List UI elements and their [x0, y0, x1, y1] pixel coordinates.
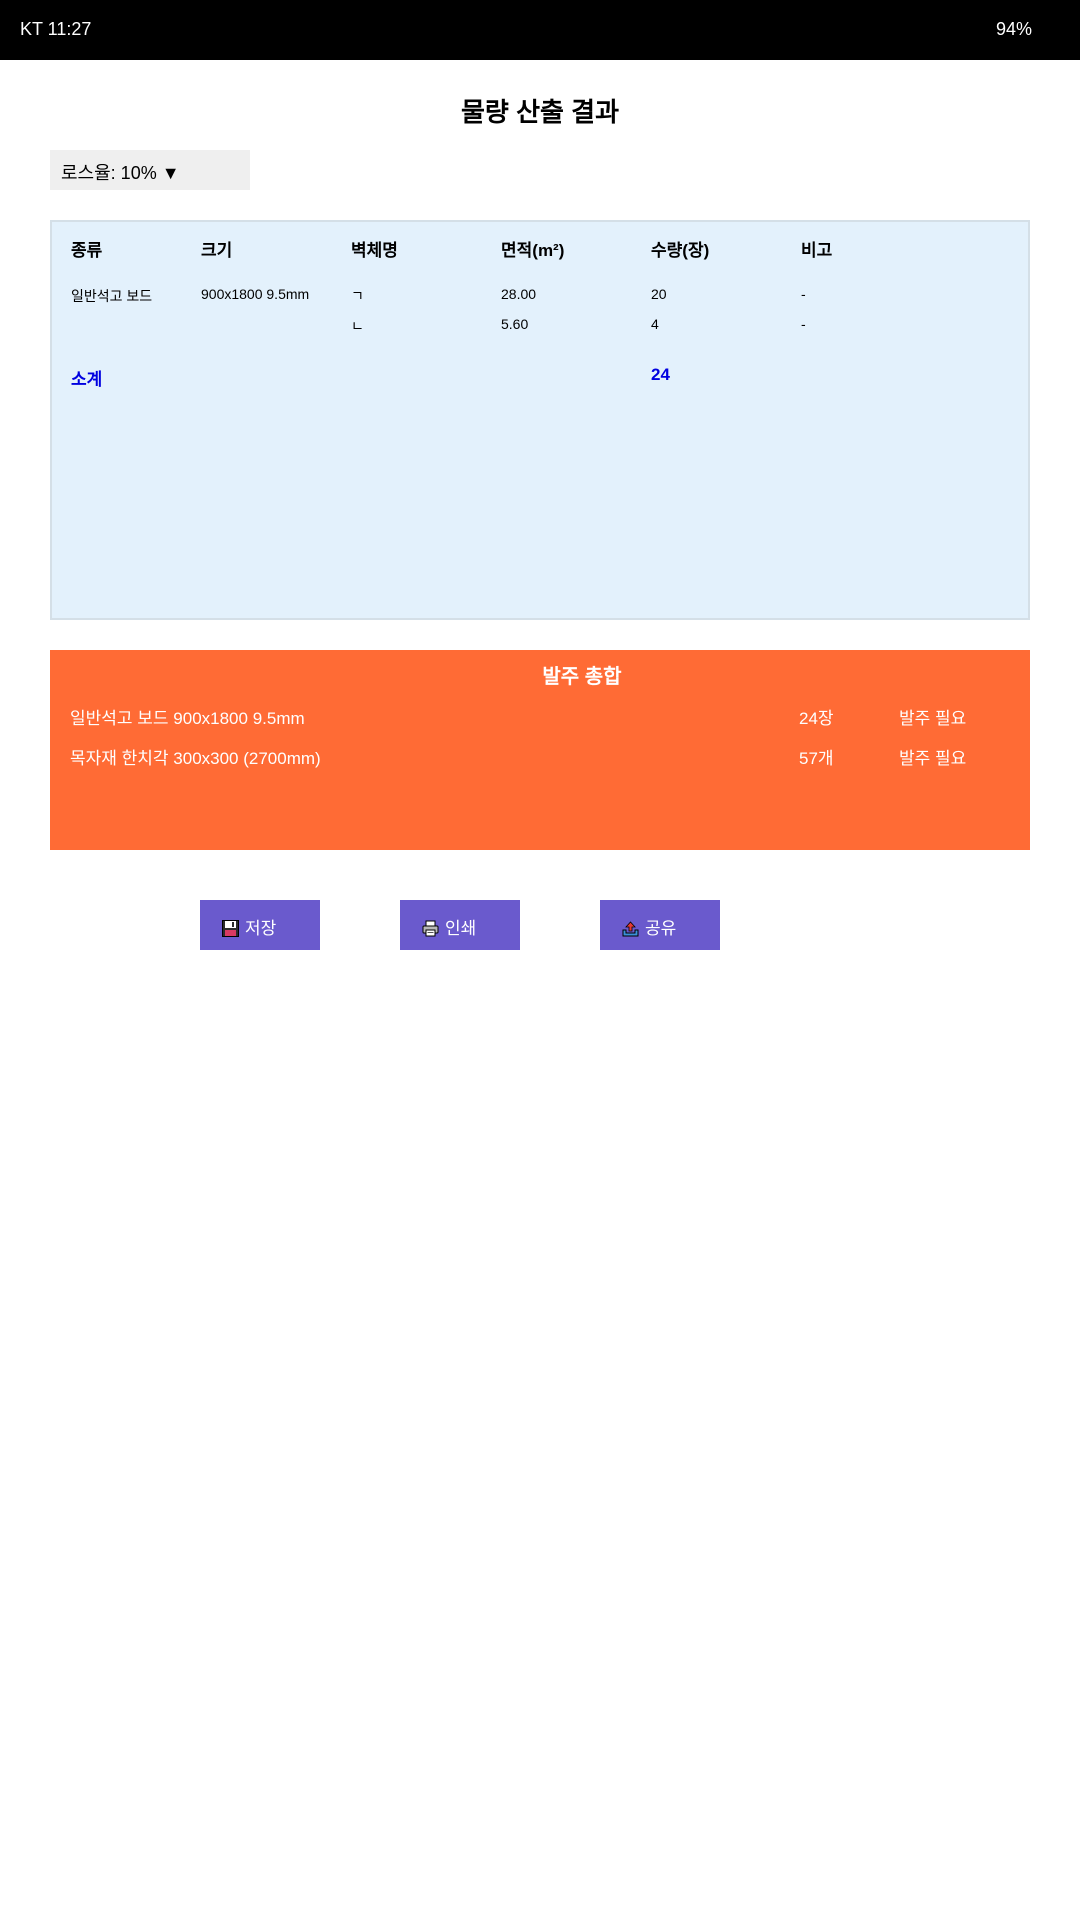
- carrier-time: KT 11:27: [20, 19, 92, 39]
- loss-rate-dropdown[interactable]: 로스율: 10% ▼: [50, 150, 250, 190]
- order-item-qty: 24장: [799, 709, 834, 728]
- print-button[interactable]: 인쇄: [400, 900, 520, 950]
- quantity-table: 종류 크기 벽체명 면적(m²) 수량(장) 비고 일반석고 보드 900x18…: [50, 220, 1030, 620]
- row-2-area: 5.60: [501, 316, 529, 332]
- share-tray-icon: [622, 920, 639, 937]
- row-1-note: -: [801, 286, 806, 302]
- header-type: 종류: [71, 241, 103, 260]
- subtotal-label: 소계: [71, 370, 103, 389]
- header-area: 면적(m²): [501, 241, 565, 260]
- row-1-qty: 20: [651, 286, 667, 302]
- save-button-label: 저장: [245, 919, 277, 938]
- row-1-area: 28.00: [501, 286, 537, 302]
- order-item-qty: 57개: [799, 749, 834, 768]
- share-button[interactable]: 공유: [600, 900, 720, 950]
- header-size: 크기: [201, 241, 233, 260]
- battery-level: 94%: [995, 19, 1032, 39]
- row-2-wall: ㄴ: [351, 318, 364, 334]
- header-quantity: 수량(장): [651, 241, 710, 260]
- share-button-label: 공유: [645, 919, 677, 938]
- row-1-wall: ㄱ: [351, 288, 364, 304]
- header-wall-name: 벽체명: [351, 241, 398, 260]
- subtotal-qty: 24: [651, 365, 670, 384]
- row-2-note: -: [801, 316, 806, 332]
- row-1-type: 일반석고 보드: [71, 288, 153, 304]
- order-item-status: 발주 필요: [899, 709, 967, 728]
- order-item-name: 목자재 한치각 300x300 (2700mm): [70, 749, 321, 768]
- row-1-size: 900x1800 9.5mm: [201, 286, 310, 302]
- status-bar: KT 11:27 94%: [0, 0, 1080, 60]
- order-item-name: 일반석고 보드 900x1800 9.5mm: [70, 709, 305, 728]
- row-2-qty: 4: [651, 316, 659, 332]
- order-summary-title: 발주 총합: [542, 666, 622, 688]
- floppy-disk-icon: [222, 920, 239, 937]
- print-button-label: 인쇄: [445, 919, 477, 938]
- save-button[interactable]: 저장: [200, 900, 320, 950]
- printer-icon: [422, 920, 439, 937]
- page-title: 물량 산출 결과: [461, 97, 619, 127]
- order-summary-panel: 발주 총합 일반석고 보드 900x1800 9.5mm 24장 발주 필요 목…: [50, 650, 1030, 850]
- header-note: 비고: [801, 241, 833, 260]
- order-item-status: 발주 필요: [899, 749, 967, 768]
